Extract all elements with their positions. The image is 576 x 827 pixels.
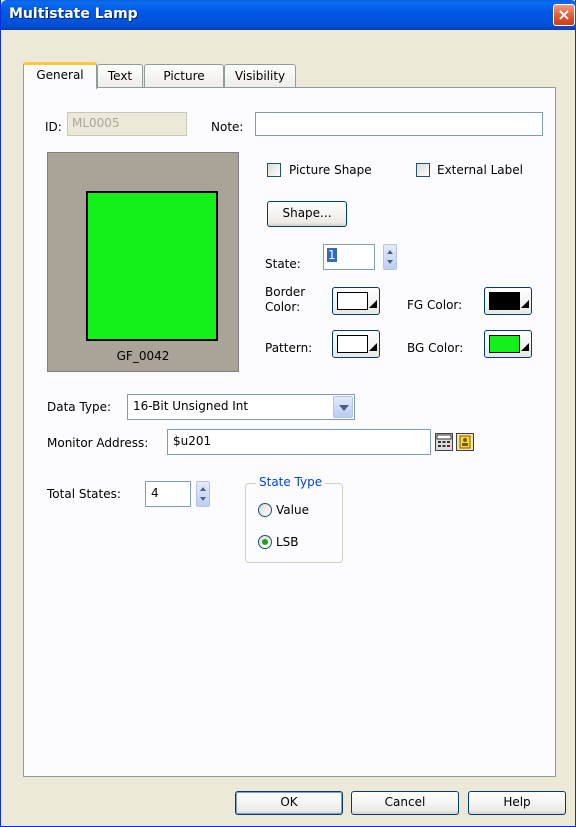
total-states-field[interactable]: 4 [145, 481, 191, 507]
total-states-label: Total States: [47, 487, 121, 501]
id-label: ID: [45, 120, 62, 134]
dropdown-triangle-icon [521, 343, 529, 351]
tab-visibility[interactable]: Visibility [224, 64, 296, 88]
border-color-label-line2: Color: [265, 300, 301, 314]
close-icon[interactable]: × [553, 4, 575, 26]
state-type-value-label: Value [276, 503, 309, 517]
bg-color-label: BG Color: [407, 341, 464, 355]
total-states-spinner[interactable] [196, 481, 210, 507]
bg-color-picker[interactable] [484, 330, 532, 358]
state-type-lsb-label: LSB [276, 535, 299, 549]
state-field[interactable]: 1 [323, 244, 375, 270]
title-bar[interactable]: Multistate Lamp × [1, 0, 576, 30]
state-type-value-radio[interactable] [258, 503, 272, 517]
data-type-label: Data Type: [47, 400, 112, 414]
lamp-preview: GF_0042 [47, 152, 239, 372]
tag-browser-icon[interactable] [456, 433, 474, 451]
data-type-value: 16-Bit Unsigned Int [133, 399, 249, 413]
state-type-lsb-radio[interactable] [258, 535, 272, 549]
fg-color-picker[interactable] [484, 287, 532, 315]
dropdown-triangle-icon [369, 300, 377, 308]
monitor-address-field[interactable]: $u201 [167, 429, 431, 455]
tab-text[interactable]: Text [97, 64, 143, 88]
state-label: State: [265, 257, 301, 271]
preview-shape-name: GF_0042 [116, 349, 170, 363]
ok-button[interactable]: OK [235, 791, 343, 815]
data-type-select[interactable]: 16-Bit Unsigned Int [127, 394, 355, 420]
border-color-label-line1: Border [265, 285, 306, 299]
state-type-legend: State Type [256, 475, 326, 489]
id-field: ML0005 [67, 112, 187, 136]
note-field[interactable] [255, 112, 543, 136]
lamp-shape [86, 191, 218, 341]
bg-color-swatch [489, 335, 520, 353]
dialog-window: Multistate Lamp × General Text Picture V… [0, 0, 576, 827]
help-button[interactable]: Help [468, 791, 566, 815]
cancel-button[interactable]: Cancel [351, 791, 459, 815]
tab-picture[interactable]: Picture [144, 64, 224, 88]
picture-shape-label: Picture Shape [289, 163, 372, 177]
dropdown-triangle-icon [521, 300, 529, 308]
monitor-address-label: Monitor Address: [47, 436, 149, 450]
pattern-label: Pattern: [265, 341, 313, 355]
pattern-swatch [337, 335, 368, 353]
dropdown-triangle-icon [369, 343, 377, 351]
calculator-icon[interactable] [435, 433, 453, 451]
picture-shape-checkbox[interactable] [267, 163, 281, 177]
external-label-label: External Label [437, 163, 523, 177]
external-label-checkbox[interactable] [416, 163, 430, 177]
border-color-picker[interactable] [332, 287, 380, 315]
border-color-swatch [337, 292, 368, 310]
chevron-down-icon[interactable] [333, 396, 353, 418]
pattern-picker[interactable] [332, 330, 380, 358]
state-type-group: State Type Value LSB [245, 475, 343, 563]
fg-color-label: FG Color: [407, 298, 463, 312]
note-label: Note: [211, 120, 244, 134]
fg-color-swatch [489, 292, 520, 310]
state-value: 1 [327, 248, 337, 262]
shape-button[interactable]: Shape... [267, 201, 347, 227]
tab-general[interactable]: General [23, 62, 97, 89]
window-title: Multistate Lamp [9, 6, 138, 22]
state-spinner[interactable] [383, 244, 397, 270]
